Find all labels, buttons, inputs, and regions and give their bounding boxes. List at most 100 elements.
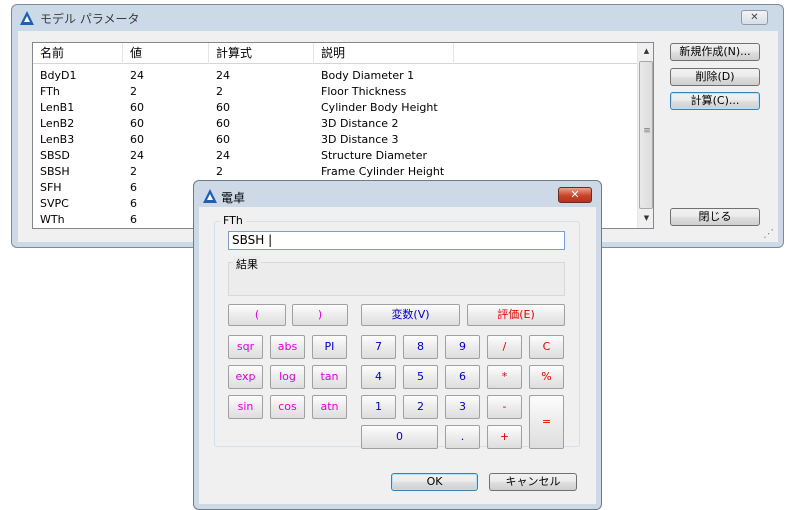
cell-formula: 60 bbox=[216, 101, 230, 114]
cell-name: LenB3 bbox=[40, 133, 75, 146]
column-header-formula[interactable]: 計算式 bbox=[209, 43, 314, 64]
key-5[interactable]: 5 bbox=[403, 365, 438, 389]
cell-value: 2 bbox=[130, 165, 137, 178]
cell-name: FTh bbox=[40, 85, 60, 98]
scroll-thumb[interactable]: ≡ bbox=[639, 61, 653, 209]
vertical-scrollbar[interactable]: ▲ ≡ ▼ bbox=[637, 43, 653, 228]
cell-name: BdyD1 bbox=[40, 69, 77, 82]
delete-button[interactable]: 削除(D) bbox=[670, 68, 760, 86]
cell-name: SVPC bbox=[40, 197, 69, 210]
table-row[interactable]: SBSD 24 24 Structure Diameter bbox=[33, 148, 637, 164]
scroll-up-arrow-icon[interactable]: ▲ bbox=[638, 43, 653, 60]
key-4[interactable]: 4 bbox=[361, 365, 396, 389]
table-row[interactable]: LenB1 60 60 Cylinder Body Height bbox=[33, 100, 637, 116]
calculator-title: 電卓 bbox=[221, 191, 246, 205]
cell-value: 24 bbox=[130, 149, 144, 162]
cell-value: 2 bbox=[130, 85, 137, 98]
cell-name: LenB1 bbox=[40, 101, 75, 114]
window-title: モデル パラメータ bbox=[40, 12, 140, 26]
table-row[interactable]: LenB3 60 60 3D Distance 3 bbox=[33, 132, 637, 148]
cell-description: 3D Distance 2 bbox=[321, 117, 399, 130]
cell-name: WTh bbox=[40, 213, 65, 226]
cell-description: Frame Cylinder Height bbox=[321, 165, 445, 178]
close-window-button[interactable]: ✕ bbox=[741, 10, 768, 25]
column-header-value[interactable]: 値 bbox=[123, 43, 209, 64]
key-divide[interactable]: / bbox=[487, 335, 522, 359]
cell-value: 6 bbox=[130, 197, 137, 210]
key-pi[interactable]: PI bbox=[312, 335, 347, 359]
calculate-button[interactable]: 計算(C)... bbox=[670, 92, 760, 110]
key-2[interactable]: 2 bbox=[403, 395, 438, 419]
column-header-description[interactable]: 説明 bbox=[314, 43, 454, 64]
cell-formula: 24 bbox=[216, 69, 230, 82]
cell-description: Floor Thickness bbox=[321, 85, 407, 98]
key-plus[interactable]: + bbox=[487, 425, 522, 449]
table-row[interactable]: FTh 2 2 Floor Thickness bbox=[33, 84, 637, 100]
key-0[interactable]: 0 bbox=[361, 425, 438, 449]
table-row[interactable]: LenB2 60 60 3D Distance 2 bbox=[33, 116, 637, 132]
cell-description: 3D Distance 3 bbox=[321, 133, 399, 146]
cell-value: 6 bbox=[130, 213, 137, 226]
cancel-button[interactable]: キャンセル bbox=[489, 473, 577, 491]
key-exp[interactable]: exp bbox=[228, 365, 263, 389]
scroll-down-arrow-icon[interactable]: ▼ bbox=[638, 210, 653, 227]
key-decimal[interactable]: . bbox=[445, 425, 480, 449]
result-box bbox=[228, 262, 565, 296]
fth-group-box bbox=[214, 221, 580, 447]
scroll-grip-icon: ≡ bbox=[643, 126, 651, 136]
key-9[interactable]: 9 bbox=[445, 335, 480, 359]
resize-grip-icon[interactable]: ⋰ bbox=[763, 227, 774, 240]
cell-formula: 60 bbox=[216, 117, 230, 130]
result-label: 結果 bbox=[233, 256, 261, 272]
cell-description: Structure Diameter bbox=[321, 149, 428, 162]
cell-formula: 2 bbox=[216, 85, 223, 98]
cell-formula: 24 bbox=[216, 149, 230, 162]
key-right-paren[interactable]: ) bbox=[292, 304, 348, 326]
key-left-paren[interactable]: ( bbox=[228, 304, 286, 326]
key-log[interactable]: log bbox=[270, 365, 305, 389]
new-parameter-button[interactable]: 新規作成(N)... bbox=[670, 43, 760, 61]
cell-name: SBSH bbox=[40, 165, 70, 178]
key-tan[interactable]: tan bbox=[312, 365, 347, 389]
cell-formula: 60 bbox=[216, 133, 230, 146]
evaluate-button[interactable]: 評価(E) bbox=[467, 304, 565, 326]
key-sin[interactable]: sin bbox=[228, 395, 263, 419]
key-1[interactable]: 1 bbox=[361, 395, 396, 419]
cell-description: Body Diameter 1 bbox=[321, 69, 415, 82]
calculator-close-button[interactable]: ✕ bbox=[558, 187, 592, 203]
list-header: 名前 値 計算式 説明 bbox=[33, 43, 637, 64]
table-row[interactable]: BdyD1 24 24 Body Diameter 1 bbox=[33, 68, 637, 84]
group-label: FTh bbox=[220, 214, 246, 227]
key-multiply[interactable]: * bbox=[487, 365, 522, 389]
cell-name: SBSD bbox=[40, 149, 70, 162]
cell-value: 6 bbox=[130, 181, 137, 194]
key-abs[interactable]: abs bbox=[270, 335, 305, 359]
key-clear[interactable]: C bbox=[529, 335, 564, 359]
column-header-name[interactable]: 名前 bbox=[33, 43, 123, 64]
expression-input[interactable]: SBSH | bbox=[228, 231, 565, 250]
key-percent[interactable]: % bbox=[529, 365, 564, 389]
key-6[interactable]: 6 bbox=[445, 365, 480, 389]
key-atn[interactable]: atn bbox=[312, 395, 347, 419]
key-sqr[interactable]: sqr bbox=[228, 335, 263, 359]
cell-name: SFH bbox=[40, 181, 62, 194]
key-8[interactable]: 8 bbox=[403, 335, 438, 359]
cell-formula: 2 bbox=[216, 165, 223, 178]
app-logo-icon bbox=[20, 11, 34, 25]
cell-name: LenB2 bbox=[40, 117, 75, 130]
table-row[interactable]: SBSH 2 2 Frame Cylinder Height bbox=[33, 164, 637, 180]
key-7[interactable]: 7 bbox=[361, 335, 396, 359]
cell-value: 24 bbox=[130, 69, 144, 82]
cell-value: 60 bbox=[130, 101, 144, 114]
variable-button[interactable]: 変数(V) bbox=[361, 304, 460, 326]
key-3[interactable]: 3 bbox=[445, 395, 480, 419]
close-button[interactable]: 閉じる bbox=[670, 208, 760, 226]
key-equals[interactable]: = bbox=[529, 395, 564, 449]
key-cos[interactable]: cos bbox=[270, 395, 305, 419]
cell-value: 60 bbox=[130, 117, 144, 130]
ok-button[interactable]: OK bbox=[391, 473, 478, 491]
calculator-app-icon bbox=[203, 189, 217, 203]
key-minus[interactable]: - bbox=[487, 395, 522, 419]
cell-description: Cylinder Body Height bbox=[321, 101, 438, 114]
cell-value: 60 bbox=[130, 133, 144, 146]
